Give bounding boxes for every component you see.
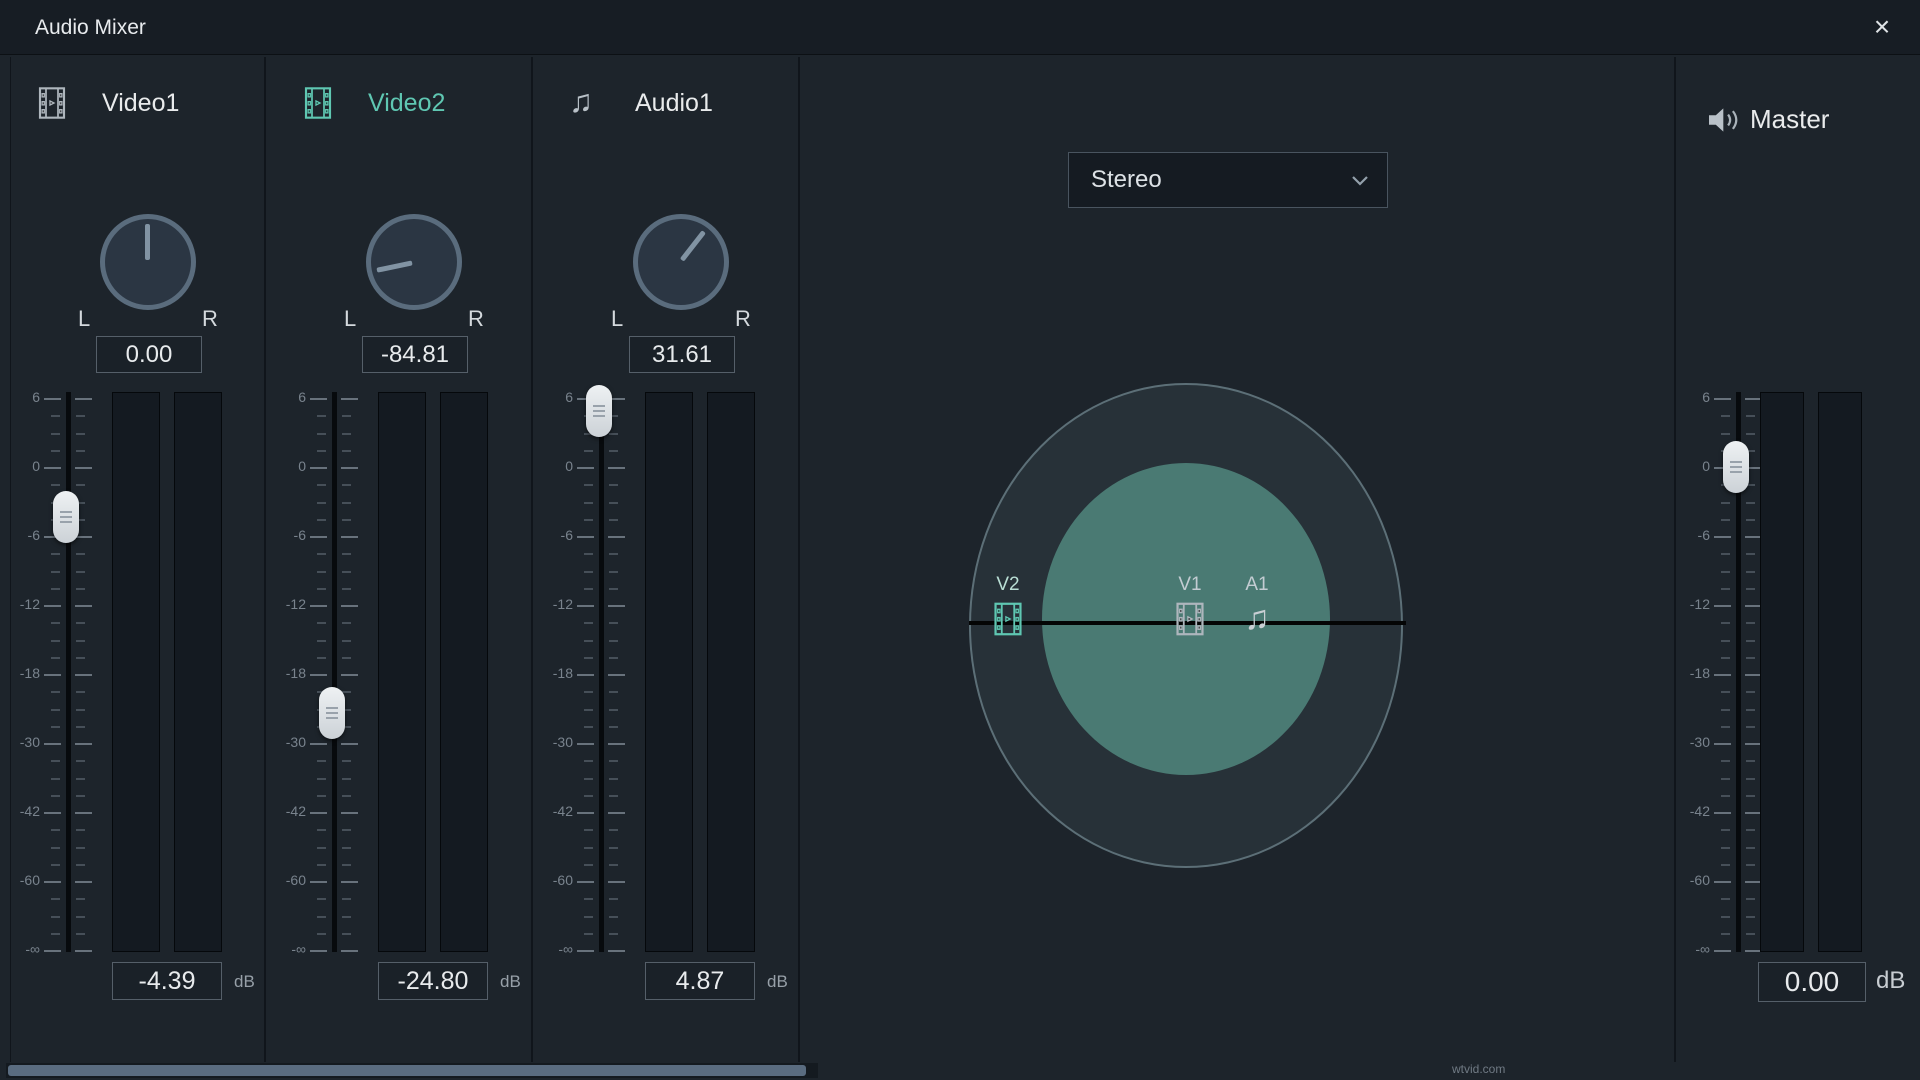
level-meter-left [1760, 392, 1804, 952]
level-meter-left [645, 392, 693, 952]
chevron-down-icon [1351, 175, 1369, 187]
scale-label: -18 [2, 665, 40, 681]
fader-track[interactable] [599, 392, 604, 952]
master-strip: Master 60-6-12-18-30-42-60-∞ 0.00 dB [1676, 57, 1920, 1062]
scale-label: -60 [268, 872, 306, 888]
scale-label: -42 [2, 803, 40, 819]
scale-label: -42 [535, 803, 573, 819]
pan-marker-v2[interactable]: V2 [968, 574, 1048, 637]
title-bar: Audio Mixer × [0, 0, 1920, 55]
scale-label: -42 [268, 803, 306, 819]
scale-label: -60 [2, 872, 40, 888]
db-unit-label: dB [500, 972, 521, 992]
scale-label: -42 [1672, 803, 1710, 819]
scale-label: -∞ [535, 941, 573, 957]
db-unit-label: dB [767, 972, 788, 992]
channel-mode-value: Stereo [1091, 153, 1162, 207]
master-fader-handle[interactable] [1723, 441, 1749, 493]
channel-strip-video2: Video2 L R -84.81 60-6-12-18-30-42-60-∞ … [266, 57, 532, 1062]
channel-strip-video1: Video1 L R 0.00 60-6-12-18-30-42-60-∞ -4… [0, 57, 266, 1062]
volume-fader-handle[interactable] [319, 687, 345, 739]
pan-marker-label: A1 [1217, 574, 1297, 596]
level-meter-left [112, 392, 160, 952]
music-note-icon: ♫ [1217, 601, 1297, 635]
master-volume-field[interactable]: 0.00 [1758, 962, 1866, 1002]
horizontal-scrollbar-thumb[interactable] [8, 1065, 806, 1076]
scale-label: 6 [1672, 389, 1710, 405]
scale-label: 0 [1672, 458, 1710, 474]
scale-label: 6 [268, 389, 306, 405]
horizontal-scrollbar-track[interactable] [6, 1063, 818, 1078]
scale-label: -30 [268, 734, 306, 750]
scale-label: 6 [2, 389, 40, 405]
close-icon[interactable]: × [1860, 0, 1904, 55]
pan-marker-label: V2 [968, 574, 1048, 596]
watermark: wtvid.com [1452, 1062, 1505, 1076]
scale-label: -30 [535, 734, 573, 750]
scale-label: 0 [2, 458, 40, 474]
fader-track[interactable] [66, 392, 71, 952]
scale-label: 0 [535, 458, 573, 474]
film-icon [991, 601, 1025, 637]
volume-value-field[interactable]: -4.39 [112, 962, 222, 1000]
volume-value-field[interactable]: 4.87 [645, 962, 755, 1000]
channel-mode-select[interactable]: Stereo [1068, 152, 1388, 208]
volume-value-field[interactable]: -24.80 [378, 962, 488, 1000]
scale-label: -60 [535, 872, 573, 888]
channel-strip-audio1: ♫ Audio1 L R 31.61 60-6-12-18-30-42-60-∞… [533, 57, 799, 1062]
volume-fader-handle[interactable] [53, 491, 79, 543]
level-meter-right [1818, 392, 1862, 952]
scale-label: -12 [268, 596, 306, 612]
pan-marker-a1[interactable]: A1 ♫ [1217, 574, 1297, 637]
scale-label: -∞ [1672, 941, 1710, 957]
scale-label: -18 [535, 665, 573, 681]
scale-label: -30 [2, 734, 40, 750]
dialog-title: Audio Mixer [35, 0, 146, 55]
scale-label: -30 [1672, 734, 1710, 750]
scale-label: -6 [2, 527, 40, 543]
film-icon [1173, 601, 1207, 637]
level-meter-right [707, 392, 755, 952]
scale-label: -12 [2, 596, 40, 612]
scale-label: -∞ [2, 941, 40, 957]
scale-label: -6 [268, 527, 306, 543]
scale-label: -∞ [268, 941, 306, 957]
volume-fader-handle[interactable] [586, 385, 612, 437]
scale-label: 6 [535, 389, 573, 405]
scale-label: -12 [1672, 596, 1710, 612]
level-meter-left [378, 392, 426, 952]
strip-divider [798, 57, 800, 1062]
level-meter-right [174, 392, 222, 952]
scale-label: -6 [535, 527, 573, 543]
scale-label: -6 [1672, 527, 1710, 543]
scale-label: 0 [268, 458, 306, 474]
level-meter-right [440, 392, 488, 952]
scale-label: -18 [1672, 665, 1710, 681]
db-unit-label: dB [1876, 967, 1905, 995]
fader-track[interactable] [332, 392, 337, 952]
scale-label: -12 [535, 596, 573, 612]
scale-label: -60 [1672, 872, 1710, 888]
db-unit-label: dB [234, 972, 255, 992]
scale-label: -18 [268, 665, 306, 681]
